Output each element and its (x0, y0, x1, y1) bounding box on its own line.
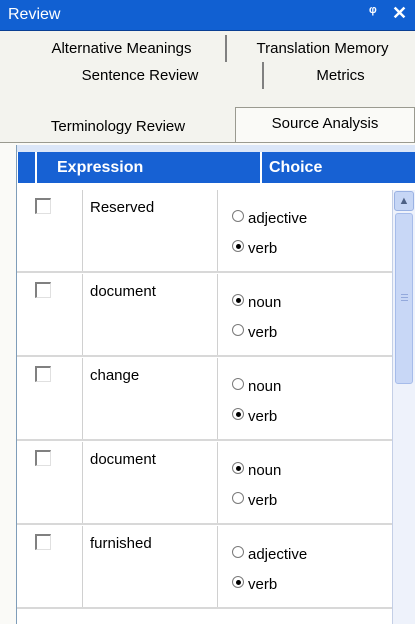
row-checkbox[interactable] (35, 282, 51, 298)
cell-divider (82, 274, 83, 355)
radio-icon[interactable] (232, 210, 244, 222)
choice-label: verb (248, 408, 278, 425)
tab-terminology-review[interactable]: Terminology Review (18, 113, 218, 140)
choice-label: noun (248, 462, 282, 479)
cell-divider (217, 274, 218, 355)
radio-icon[interactable] (232, 324, 244, 336)
table-row[interactable]: furnished adjective verb (17, 526, 397, 609)
radio-icon[interactable] (232, 492, 244, 504)
close-icon[interactable]: ✕ (392, 3, 407, 24)
scroll-up-button[interactable]: ▲ (394, 191, 414, 211)
table-row[interactable]: Reserved adjective verb (17, 190, 397, 273)
cell-divider (217, 526, 218, 607)
tab-metrics[interactable]: Metrics (266, 62, 415, 89)
choice-label: verb (248, 324, 278, 341)
radio-selected-icon[interactable] (232, 408, 244, 420)
cell-divider (82, 190, 83, 271)
choice-label: noun (248, 294, 282, 311)
row-selector-header[interactable] (18, 152, 37, 183)
radio-selected-icon[interactable] (232, 240, 244, 252)
cell-divider (217, 358, 218, 439)
tab-translation-memory[interactable]: Translation Memory (230, 35, 415, 62)
tab-strip: Alternative Meanings Translation Memory … (0, 31, 415, 144)
tab-alternative-meanings[interactable]: Alternative Meanings (18, 35, 227, 62)
radio-selected-icon[interactable] (232, 462, 244, 474)
expression-text: furnished (90, 535, 152, 552)
radio-icon[interactable] (232, 546, 244, 558)
choice-label: verb (248, 240, 278, 257)
scroll-thumb[interactable] (395, 213, 413, 384)
table-row[interactable]: document noun verb (17, 442, 397, 525)
radio-icon[interactable] (232, 378, 244, 390)
table-row[interactable]: change noun verb (17, 358, 397, 441)
pin-icon[interactable]: ᵠ (369, 4, 377, 22)
grid-header-band (17, 145, 415, 152)
grip-line (401, 297, 408, 298)
tab-source-analysis[interactable]: Source Analysis (235, 107, 415, 144)
grip-line (401, 294, 408, 295)
expression-text: document (90, 451, 156, 468)
cell-divider (217, 190, 218, 271)
cell-divider (217, 442, 218, 523)
row-checkbox[interactable] (35, 450, 51, 466)
expression-text: Reserved (90, 199, 155, 216)
row-checkbox[interactable] (35, 366, 51, 382)
choice-label: verb (248, 492, 278, 509)
review-titlebar: Review ᵠ ✕ (0, 0, 415, 31)
choice-label: verb (248, 576, 278, 593)
grip-line (401, 300, 408, 301)
radio-selected-icon[interactable] (232, 294, 244, 306)
review-grid: Expression Choice Reserved adjective verb d… (16, 145, 415, 624)
cell-divider (82, 442, 83, 523)
expression-text: document (90, 283, 156, 300)
window-title: Review (8, 6, 61, 23)
row-checkbox[interactable] (35, 534, 51, 550)
chevron-up-icon: ▲ (398, 195, 410, 207)
choice-label: adjective (248, 546, 308, 563)
cell-divider (82, 358, 83, 439)
vertical-scrollbar[interactable]: ▲ (392, 190, 415, 624)
expression-text: change (90, 367, 140, 384)
choice-label: adjective (248, 210, 308, 227)
radio-selected-icon[interactable] (232, 576, 244, 588)
tab-sentence-review[interactable]: Sentence Review (18, 62, 264, 89)
table-row-partial[interactable] (17, 610, 397, 624)
row-checkbox[interactable] (35, 198, 51, 214)
table-row[interactable]: document noun verb (17, 274, 397, 357)
cell-divider (82, 526, 83, 607)
choice-label: noun (248, 378, 282, 395)
column-header-choice[interactable]: Choice (262, 152, 415, 183)
column-header-expression[interactable]: Expression (37, 152, 262, 183)
